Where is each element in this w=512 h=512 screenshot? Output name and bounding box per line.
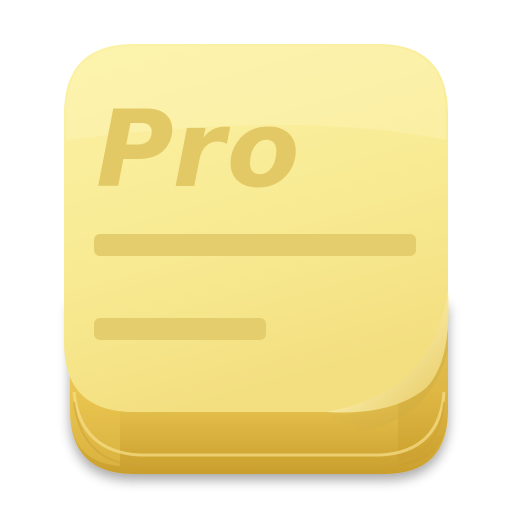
pro-label: Pro (96, 88, 302, 211)
text-line-1 (94, 234, 416, 256)
sticky-note-pro-icon: Pro (64, 44, 449, 474)
text-line-2 (94, 318, 266, 340)
app-icon[interactable]: Pro (0, 0, 512, 512)
